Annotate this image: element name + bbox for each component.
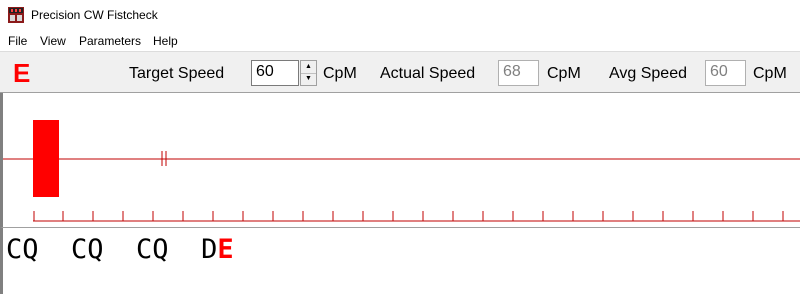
window-title: Precision CW Fistcheck <box>31 8 158 22</box>
actual-speed-field: 68 <box>498 60 539 86</box>
app-icon <box>8 7 24 23</box>
target-speed-unit: CpM <box>323 65 357 82</box>
decoded-text: CQ CQ CQ DE <box>6 232 234 268</box>
target-speed-input[interactable]: 60 <box>251 60 299 86</box>
menu-bar: File View Parameters Help <box>0 31 800 51</box>
target-speed-label: Target Speed <box>129 65 225 82</box>
decoded-text-panel[interactable]: CQ CQ CQ DE <box>0 227 800 294</box>
time-ticks <box>33 211 784 221</box>
menu-view[interactable]: View <box>40 33 66 49</box>
avg-speed-label: Avg Speed <box>609 65 687 82</box>
decoded-last-char: E <box>217 234 234 265</box>
menu-file[interactable]: File <box>8 33 27 49</box>
actual-speed-label: Actual Speed <box>380 65 476 82</box>
menu-help[interactable]: Help <box>153 33 178 49</box>
toolbar: E Target Speed 60 ▲ ▼ CpM Actual Speed 6… <box>0 51 800 93</box>
target-speed-spinner[interactable]: ▲ ▼ <box>300 60 317 86</box>
title-bar: Precision CW Fistcheck <box>0 0 800 31</box>
keying-timeline <box>0 93 800 227</box>
avg-speed-unit: CpM <box>753 65 787 82</box>
spin-down-icon[interactable]: ▼ <box>301 73 316 85</box>
current-character: E <box>13 58 31 88</box>
actual-speed-unit: CpM <box>547 65 581 82</box>
dit-element <box>33 120 59 197</box>
decoded-history: CQ CQ CQ D <box>6 234 218 265</box>
avg-speed-field: 60 <box>705 60 746 86</box>
menu-parameters[interactable]: Parameters <box>79 33 141 49</box>
